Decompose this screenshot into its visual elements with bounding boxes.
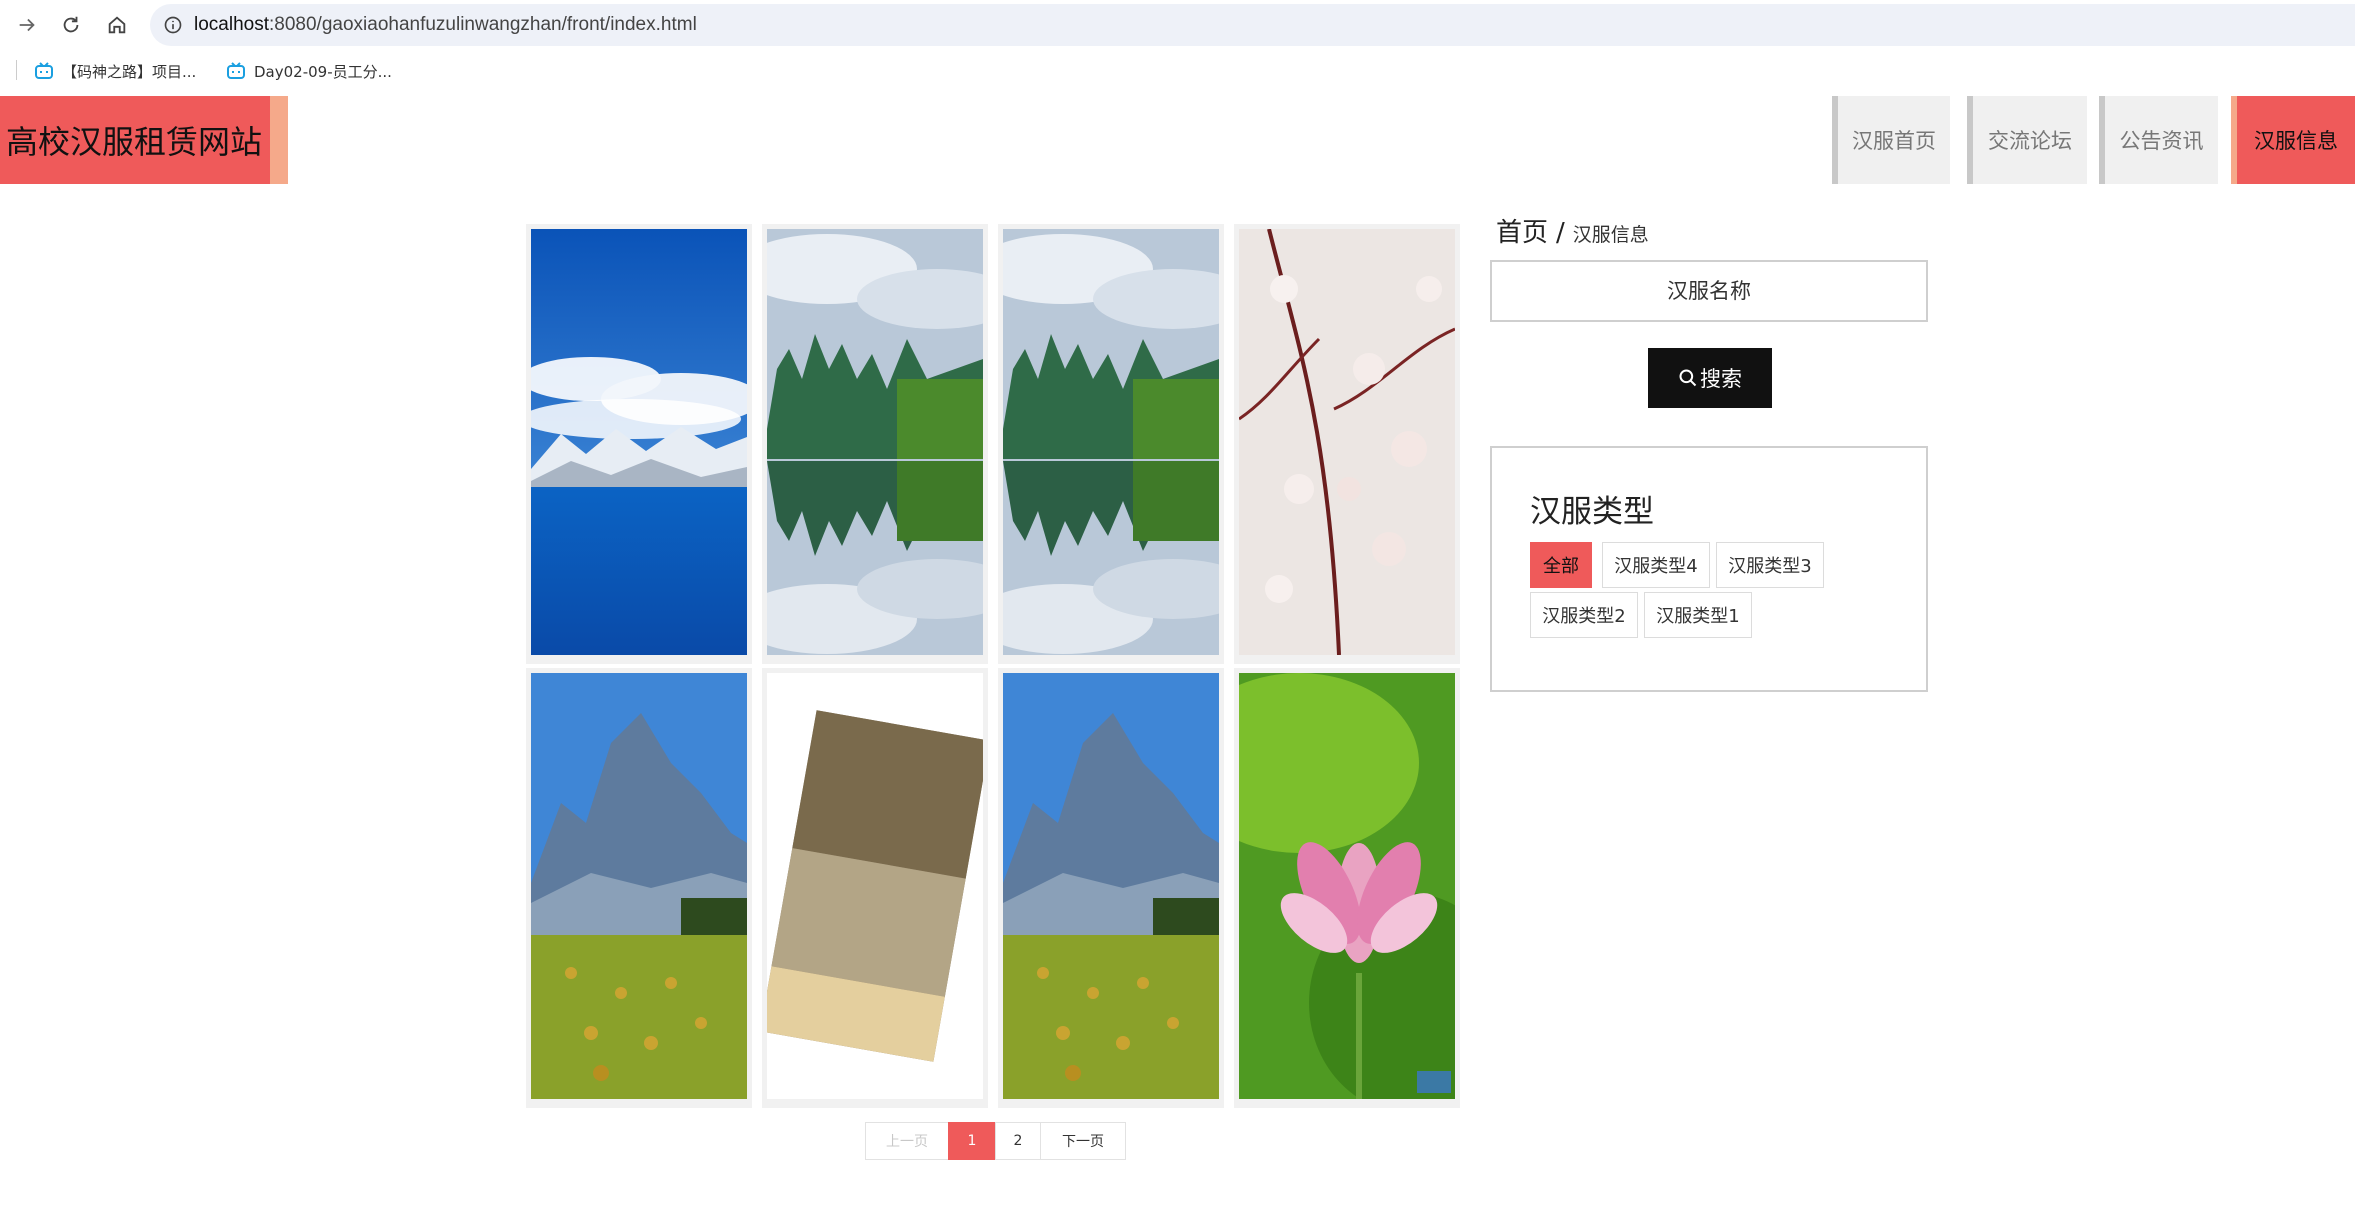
pagination: 上一页 1 2 下一页 xyxy=(865,1122,1126,1160)
gallery-item[interactable] xyxy=(1234,668,1460,1108)
gallery-item[interactable] xyxy=(762,668,988,1108)
tilted-landscape-image xyxy=(767,673,983,1099)
search-input[interactable] xyxy=(1490,260,1928,322)
type-tag-3[interactable]: 汉服类型3 xyxy=(1716,542,1824,588)
forward-button[interactable] xyxy=(12,10,42,40)
nav-hanfu-info[interactable]: 汉服信息 xyxy=(2231,96,2355,184)
breadcrumb-current: 汉服信息 xyxy=(1572,224,1649,246)
mountain-hay-field-image xyxy=(531,673,747,1099)
hanfu-type-filter: 汉服类型 全部 汉服类型4 汉服类型3 汉服类型2 汉服类型1 xyxy=(1490,446,1928,692)
home-icon xyxy=(108,16,126,34)
gallery-item[interactable] xyxy=(526,224,752,664)
bookmark-label: 【码神之路】项目... xyxy=(62,62,197,81)
type-filter-title: 汉服类型 xyxy=(1530,494,1654,530)
logo-accent-bar xyxy=(270,96,288,184)
home-button[interactable] xyxy=(102,10,132,40)
type-tag-1[interactable]: 汉服类型1 xyxy=(1644,592,1752,638)
bookmark-item[interactable]: Day02-09-员工分... xyxy=(226,58,392,84)
breadcrumb: 首页 / 汉服信息 xyxy=(1496,212,1649,248)
search-icon xyxy=(1679,369,1697,387)
browser-toolbar: localhost:8080/gaoxiaohanfuzulinwangzhan… xyxy=(0,0,2355,50)
site-title: 高校汉服租赁网站 xyxy=(6,123,263,161)
lake-snow-mountain-image xyxy=(531,229,747,655)
bookmark-item[interactable]: 【码神之路】项目... xyxy=(34,58,196,84)
gallery-item[interactable] xyxy=(998,224,1224,664)
nav-announcements[interactable]: 公告资讯 xyxy=(2099,96,2218,184)
cherry-blossom-image xyxy=(1239,229,1455,655)
reload-icon xyxy=(63,16,79,33)
mountain-hay-field-image xyxy=(1003,673,1219,1099)
gallery-item[interactable] xyxy=(762,224,988,664)
nav-home[interactable]: 汉服首页 xyxy=(1832,96,1950,184)
karst-river-reflection-image xyxy=(1003,229,1219,655)
address-bar[interactable]: localhost:8080/gaoxiaohanfuzulinwangzhan… xyxy=(150,4,2355,46)
info-icon[interactable] xyxy=(162,14,184,36)
gallery-item[interactable] xyxy=(1234,224,1460,664)
bookmark-separator xyxy=(16,60,17,80)
pink-lotus-image xyxy=(1239,673,1455,1099)
arrow-right-icon xyxy=(19,18,35,32)
karst-river-reflection-image xyxy=(767,229,983,655)
type-tag-4[interactable]: 汉服类型4 xyxy=(1602,542,1710,588)
prev-page-button[interactable]: 上一页 xyxy=(865,1122,949,1160)
url-text: localhost:8080/gaoxiaohanfuzulinwangzhan… xyxy=(194,14,697,35)
breadcrumb-separator: / xyxy=(1556,218,1565,248)
reload-button[interactable] xyxy=(56,10,86,40)
page-1-button[interactable]: 1 xyxy=(948,1122,996,1160)
type-tag-2[interactable]: 汉服类型2 xyxy=(1530,592,1638,638)
page-2-button[interactable]: 2 xyxy=(995,1122,1041,1160)
bilibili-icon xyxy=(227,62,245,79)
type-tag-all[interactable]: 全部 xyxy=(1530,542,1592,588)
bookmark-label: Day02-09-员工分... xyxy=(254,62,392,81)
search-button[interactable]: 搜索 xyxy=(1648,348,1772,408)
search-button-label: 搜索 xyxy=(1700,367,1742,391)
bilibili-icon xyxy=(35,62,53,79)
breadcrumb-home[interactable]: 首页 xyxy=(1496,212,1548,249)
site-logo[interactable]: 高校汉服租赁网站 xyxy=(0,96,270,184)
nav-forum[interactable]: 交流论坛 xyxy=(1967,96,2087,184)
gallery-item[interactable] xyxy=(526,668,752,1108)
next-page-button[interactable]: 下一页 xyxy=(1040,1122,1126,1160)
gallery-item[interactable] xyxy=(998,668,1224,1108)
